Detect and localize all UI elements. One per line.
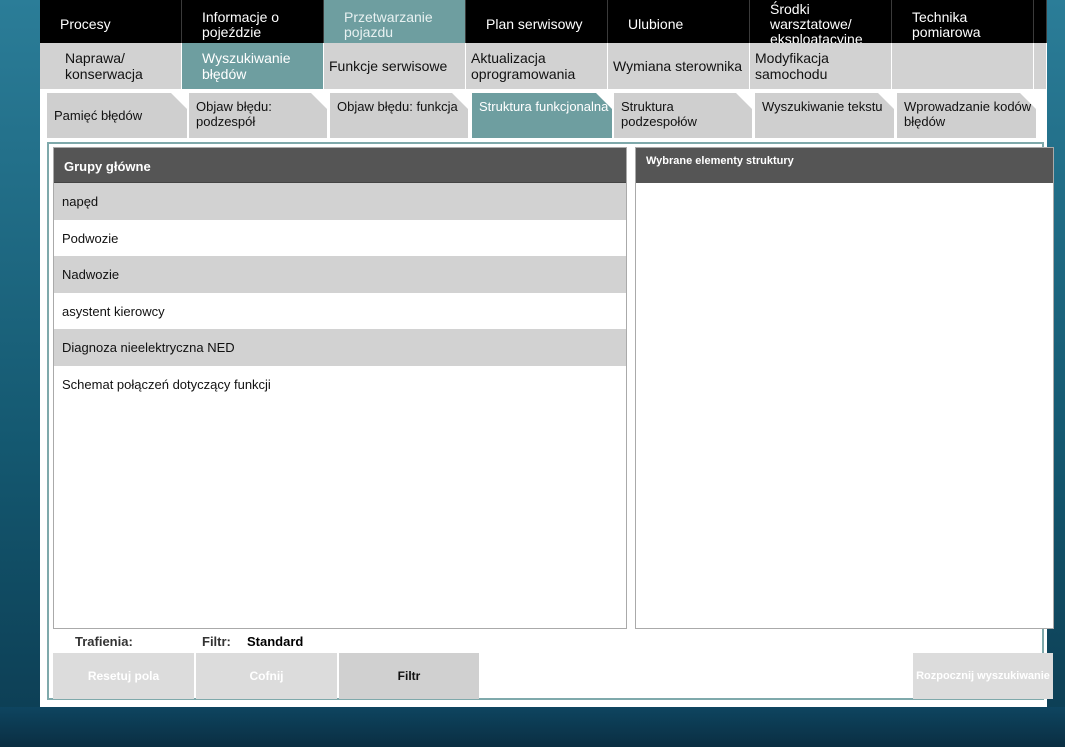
background-bottom (0, 707, 1065, 747)
nav-favorites[interactable]: Ulubione (608, 0, 750, 43)
filter-value: Standard (247, 634, 304, 649)
filter-label: Filtr: (202, 634, 231, 649)
subnav-service-functions[interactable]: Funkcje serwisowe (324, 43, 466, 89)
list-item[interactable]: Nadwozie (54, 256, 626, 293)
tab-symptom-component[interactable]: Objaw błędu: podzespół (189, 93, 327, 138)
filter-button[interactable]: Filtr (339, 653, 479, 699)
main-groups-panel: Grupy główne napęd Podwozie Nadwozie asy… (53, 147, 627, 629)
nav-vehicle-processing[interactable]: Przetwarzanie pojazdu (324, 0, 466, 43)
selected-elements-header: Wybrane elementy struktury (636, 148, 1053, 183)
nav-procesy[interactable]: Procesy (40, 0, 182, 43)
reset-button[interactable]: Resetuj pola (53, 653, 194, 699)
list-item[interactable]: napęd (54, 183, 626, 220)
hits-label: Trafienia: (75, 634, 133, 649)
subnav-spacer (1034, 43, 1047, 89)
subnav-empty (892, 43, 1034, 89)
list-item[interactable]: Schemat połączeń dotyczący funkcji (54, 366, 626, 403)
subnav-repair[interactable]: Naprawa/ konserwacja (40, 43, 182, 89)
subnav-software-update[interactable]: Aktualizacja oprogramowania (466, 43, 608, 89)
list-item[interactable]: Diagnoza nieelektryczna NED (54, 329, 626, 366)
nav-measurement[interactable]: Technika pomiarowa (892, 0, 1034, 43)
tab-bar: Pamięć błędów Objaw błędu: podzespół Obj… (40, 89, 1047, 141)
subnav-control-unit-replacement[interactable]: Wymiana sterownika (608, 43, 750, 89)
app-window: Procesy Informacje o pojeździe Przetwarz… (40, 0, 1054, 707)
tab-text-search[interactable]: Wyszukiwanie tekstu (755, 93, 894, 138)
undo-button[interactable]: Cofnij (196, 653, 337, 699)
sub-nav: Naprawa/ konserwacja Wyszukiwanie błędów… (40, 43, 1047, 89)
start-search-button[interactable]: Rozpocznij wyszukiwanie (913, 653, 1053, 699)
tab-fault-memory[interactable]: Pamięć błędów (47, 93, 187, 138)
background-left (0, 0, 40, 747)
tab-component-structure[interactable]: Struktura podzespołów (614, 93, 752, 138)
selected-elements-panel: Wybrane elementy struktury (635, 147, 1054, 629)
tab-enter-fault-codes[interactable]: Wprowadzanie kodów błędów (897, 93, 1036, 138)
tab-functional-structure[interactable]: Struktura funkcjonalna (472, 93, 612, 138)
nav-spacer (1034, 0, 1047, 43)
subnav-fault-finding[interactable]: Wyszukiwanie błędów (182, 43, 324, 89)
nav-workshop-equipment[interactable]: Środki warsztatowe/ eksploatacyjne (750, 0, 892, 43)
nav-service-plan[interactable]: Plan serwisowy (466, 0, 608, 43)
subnav-vehicle-modification[interactable]: Modyfikacja samochodu (750, 43, 892, 89)
list-item[interactable]: Podwozie (54, 220, 626, 257)
content-frame: Grupy główne napęd Podwozie Nadwozie asy… (47, 142, 1054, 700)
status-bar: Trafienia: Filtr: Standard (49, 631, 1042, 651)
main-nav: Procesy Informacje o pojeździe Przetwarz… (40, 0, 1047, 43)
list-item[interactable]: asystent kierowcy (54, 293, 626, 330)
main-groups-header: Grupy główne (54, 148, 626, 183)
nav-vehicle-info[interactable]: Informacje o pojeździe (182, 0, 324, 43)
tab-symptom-function[interactable]: Objaw błędu: funkcja (330, 93, 468, 138)
